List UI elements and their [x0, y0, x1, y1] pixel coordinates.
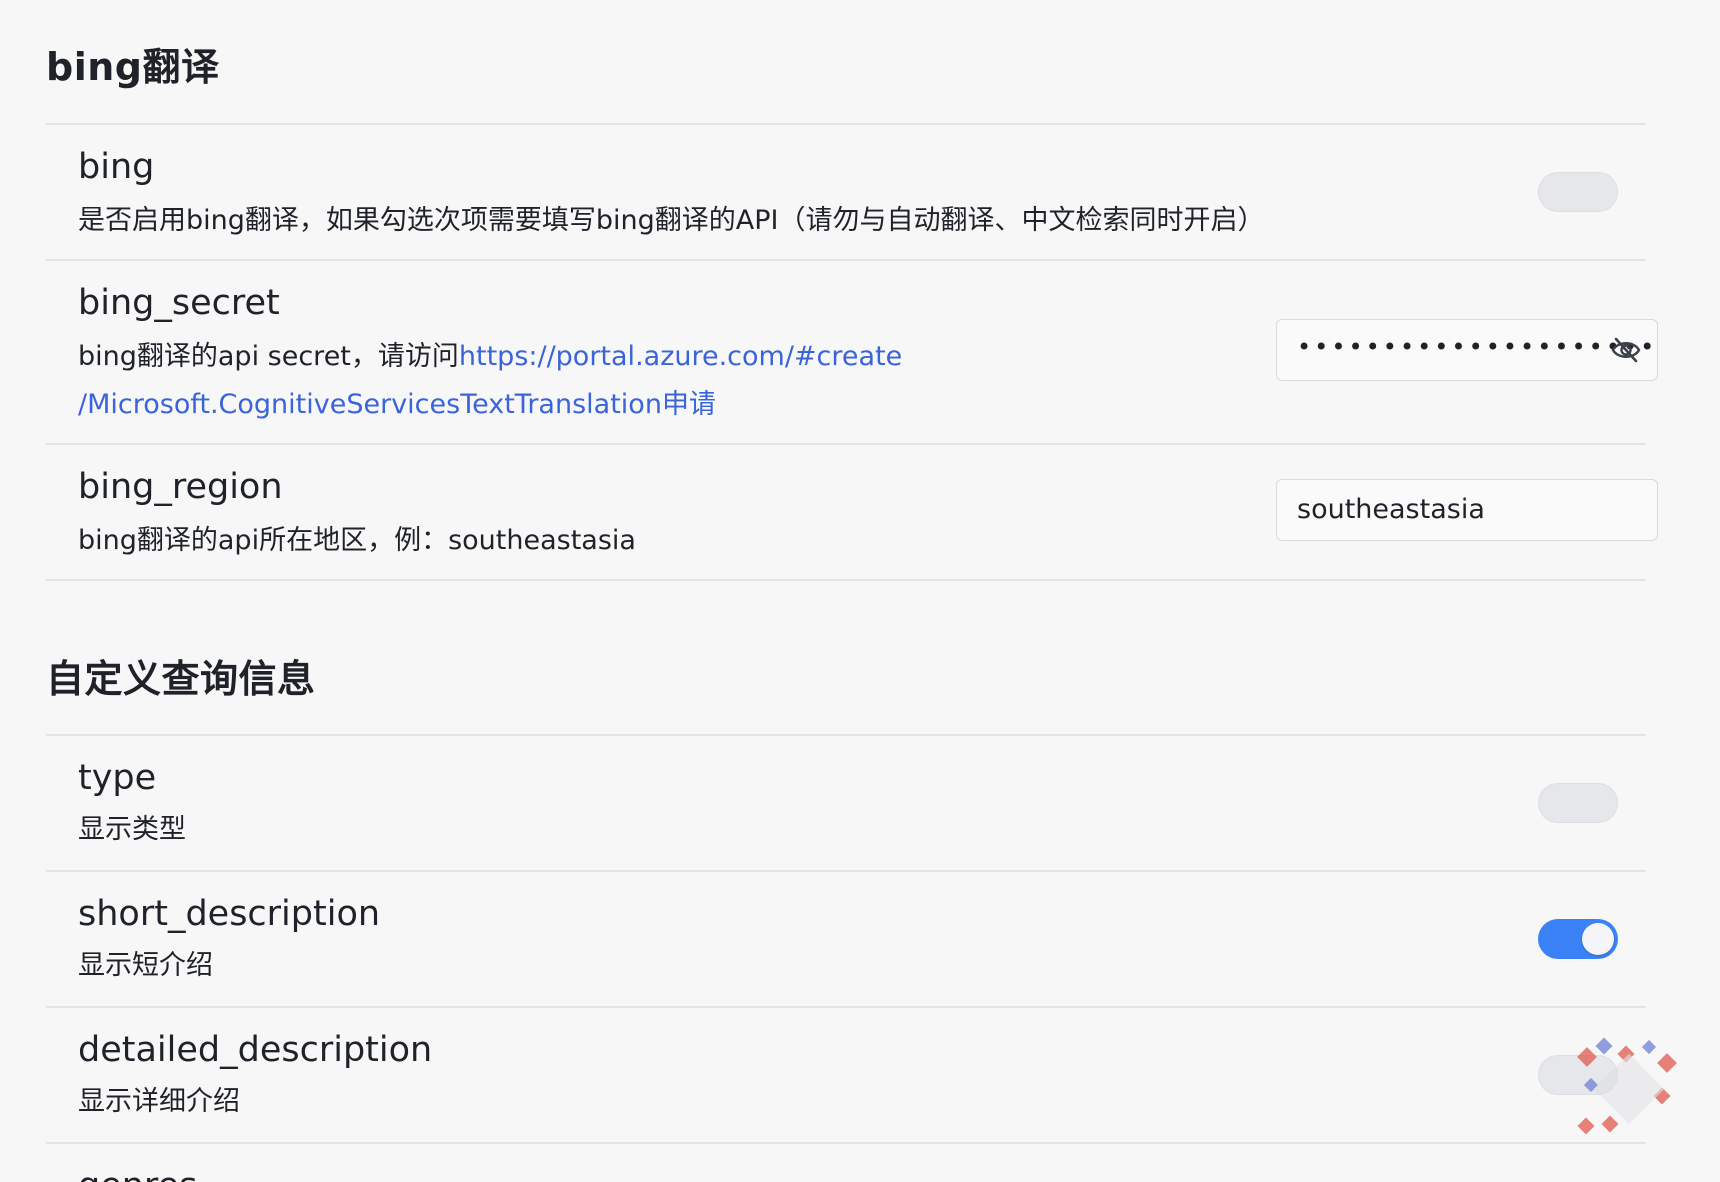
divider: [46, 579, 1646, 581]
type-toggle[interactable]: [1538, 783, 1618, 823]
watermark-logo: [1577, 1037, 1677, 1135]
azure-portal-link-continued[interactable]: /Microsoft.CognitiveServicesTextTranslat…: [78, 389, 662, 420]
setting-name: bing: [78, 147, 155, 187]
setting-name: type: [78, 758, 157, 798]
settings-page: bing翻译 bing 是否启用bing翻译，如果勾选次项需要填写bing翻译的…: [0, 0, 1720, 1182]
setting-row-genres: genres: [46, 1144, 1646, 1182]
setting-name: detailed_description: [78, 1030, 433, 1070]
toggle-knob: [1582, 923, 1614, 955]
setting-description: 显示短介绍: [78, 950, 213, 981]
eye-slash-icon[interactable]: [1611, 336, 1641, 364]
setting-name: short_description: [78, 894, 381, 934]
setting-description: bing翻译的api secret，请访问https://portal.azur…: [78, 333, 902, 429]
setting-description: 显示详细介绍: [78, 1086, 240, 1117]
setting-name: bing_region: [78, 467, 283, 507]
bing-secret-input[interactable]: •••••••••••••••••••••: [1276, 319, 1658, 381]
setting-name: bing_secret: [78, 283, 280, 323]
description-text: bing翻译的api secret，请访问: [78, 341, 459, 372]
setting-row-bing: bing 是否启用bing翻译，如果勾选次项需要填写bing翻译的API（请勿与…: [46, 125, 1646, 259]
setting-row-bing-secret: bing_secret bing翻译的api secret，请访问https:/…: [46, 261, 1658, 443]
setting-description: 是否启用bing翻译，如果勾选次项需要填写bing翻译的API（请勿与自动翻译、…: [78, 205, 1265, 236]
input-value: southeastasia: [1297, 494, 1485, 525]
setting-row-short-description: short_description 显示短介绍: [46, 872, 1646, 1006]
section-title-custom-query: 自定义查询信息: [46, 657, 316, 701]
azure-portal-link[interactable]: https://portal.azure.com/#create: [459, 341, 902, 372]
setting-row-detailed-description: detailed_description 显示详细介绍: [46, 1008, 1646, 1142]
setting-name: genres: [78, 1166, 197, 1182]
setting-row-type: type 显示类型: [46, 736, 1646, 870]
setting-description: 显示类型: [78, 814, 186, 845]
section-title-bing-translate: bing翻译: [46, 45, 220, 89]
description-suffix[interactable]: 申请: [662, 389, 716, 420]
setting-row-bing-region: bing_region bing翻译的api所在地区，例：southeastas…: [46, 445, 1658, 579]
bing-region-input[interactable]: southeastasia: [1276, 479, 1658, 541]
password-value: •••••••••••••••••••••: [1297, 333, 1658, 361]
setting-description: bing翻译的api所在地区，例：southeastasia: [78, 525, 636, 556]
short-description-toggle[interactable]: [1538, 919, 1618, 959]
bing-toggle[interactable]: [1538, 172, 1618, 212]
